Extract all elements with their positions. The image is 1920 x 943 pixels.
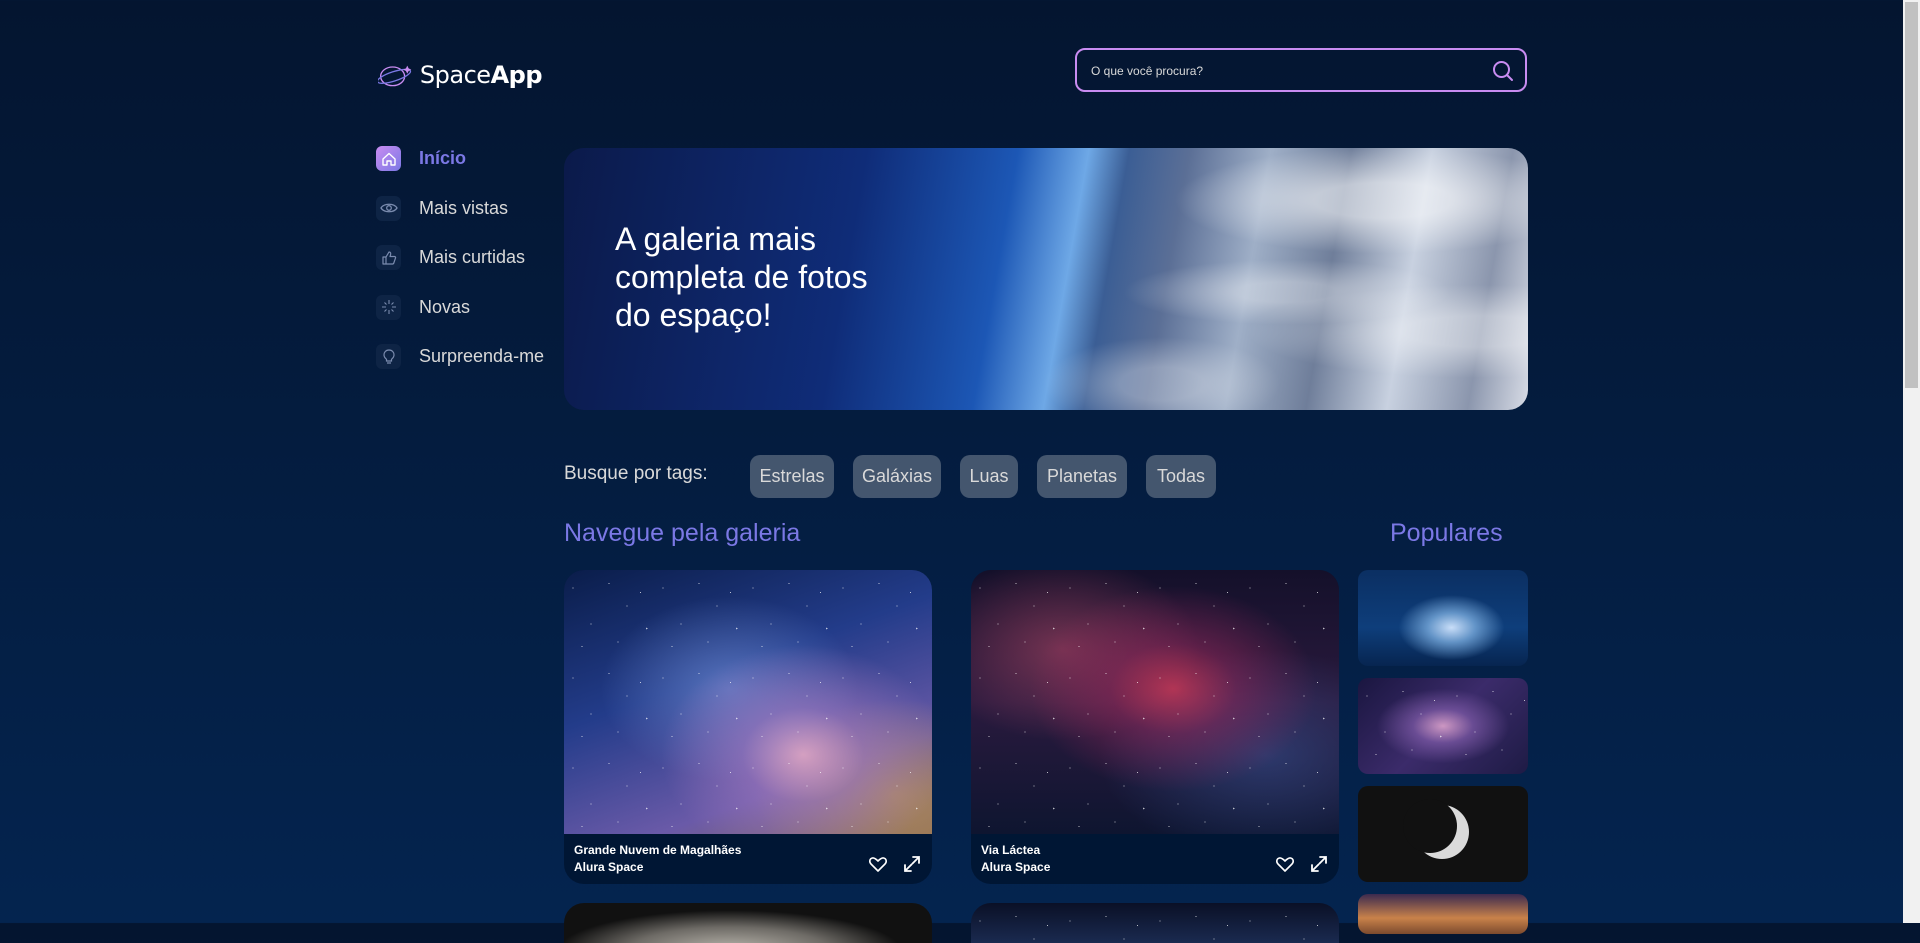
- sidebar-item-label: Mais vistas: [419, 197, 509, 218]
- heart-icon: [869, 857, 887, 872]
- thumbs-up-icon: [376, 245, 401, 270]
- tag-planetas[interactable]: Planetas: [1037, 455, 1127, 498]
- sidebar-item-mais-curtidas[interactable]: Mais curtidas: [376, 245, 556, 270]
- search-input[interactable]: [1089, 50, 1493, 92]
- search-box[interactable]: [1075, 48, 1527, 92]
- card-title: Grande Nuvem de Magalhães: [574, 843, 742, 857]
- favorite-button[interactable]: [868, 854, 888, 874]
- sidebar-nav: Início Mais vistas Mais curtidas Novas S…: [376, 146, 556, 394]
- gallery-heading: Navegue pela galeria: [564, 519, 801, 547]
- expand-icon: [904, 856, 920, 872]
- sidebar-item-mais-vistas[interactable]: Mais vistas: [376, 195, 556, 221]
- card-source: Alura Space: [574, 860, 644, 874]
- favorite-button[interactable]: [1275, 854, 1295, 874]
- card-meta: Grande Nuvem de Magalhães Alura Space: [574, 842, 741, 876]
- card-image[interactable]: [564, 570, 932, 834]
- hero-banner: A galeria mais completa de fotos do espa…: [564, 148, 1528, 410]
- expand-icon: [1311, 856, 1327, 872]
- tag-luas[interactable]: Luas: [960, 455, 1018, 498]
- sidebar-item-inicio[interactable]: Início: [376, 146, 556, 171]
- card-meta: Via Láctea Alura Space: [981, 842, 1050, 876]
- eye-icon: [376, 195, 401, 221]
- popular-image[interactable]: [1358, 786, 1528, 882]
- heart-icon: [1276, 857, 1294, 872]
- expand-button[interactable]: [902, 854, 922, 874]
- sidebar-item-novas[interactable]: Novas: [376, 294, 556, 320]
- card-source: Alura Space: [981, 860, 1051, 874]
- sidebar-item-label: Início: [419, 148, 467, 168]
- sparkle-icon: [376, 294, 401, 320]
- tag-todas[interactable]: Todas: [1146, 455, 1216, 498]
- logo-text: SpaceApp: [419, 61, 543, 89]
- tag-estrelas[interactable]: Estrelas: [750, 455, 834, 498]
- sidebar-item-label: Surpreenda-me: [419, 346, 545, 366]
- gallery-card-image-partial[interactable]: [971, 903, 1339, 943]
- sidebar-item-surpreenda-me[interactable]: Surpreenda-me: [376, 344, 556, 369]
- tags-label: Busque por tags:: [564, 463, 708, 484]
- popular-image-partial[interactable]: [1358, 894, 1528, 934]
- search-icon[interactable]: [1491, 59, 1515, 83]
- lightbulb-icon: [376, 344, 401, 369]
- popular-image[interactable]: [1358, 570, 1528, 666]
- sidebar-item-label: Mais curtidas: [419, 247, 526, 267]
- home-icon: [376, 146, 401, 171]
- planet-logo-icon: [378, 65, 412, 87]
- card-title: Via Láctea: [981, 843, 1041, 857]
- sidebar-item-label: Novas: [419, 296, 471, 317]
- gallery-card: Via Láctea Alura Space: [971, 570, 1339, 884]
- tag-galaxias[interactable]: Galáxias: [853, 455, 941, 498]
- popular-image[interactable]: [1358, 678, 1528, 774]
- card-image[interactable]: [971, 570, 1339, 834]
- gallery-card-image-partial[interactable]: [564, 903, 932, 943]
- scrollbar-thumb[interactable]: [1905, 2, 1918, 388]
- banner-title: A galeria mais completa de fotos do espa…: [615, 221, 868, 333]
- moon-image: [1403, 799, 1469, 859]
- expand-button[interactable]: [1309, 854, 1329, 874]
- popular-heading: Populares: [1390, 519, 1503, 547]
- app-logo[interactable]: SpaceApp: [378, 52, 543, 98]
- gallery-card: Grande Nuvem de Magalhães Alura Space: [564, 570, 932, 884]
